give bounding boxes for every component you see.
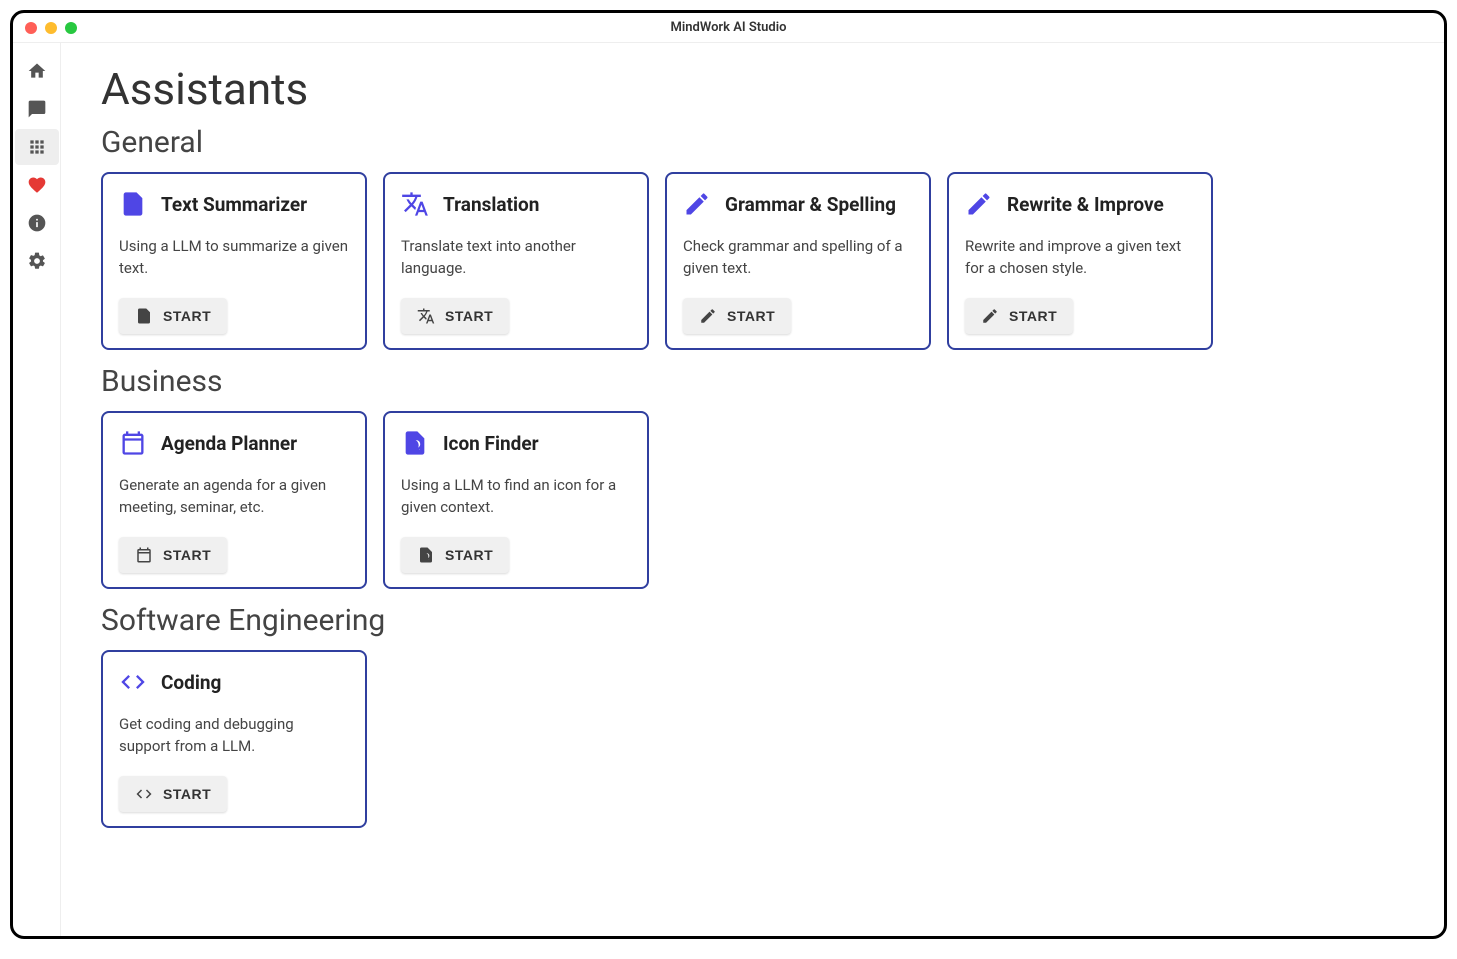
maximize-window[interactable] — [65, 22, 77, 34]
card-title: Rewrite & Improve — [1007, 193, 1164, 216]
calendar-icon — [119, 429, 147, 457]
card-header: Icon Finder — [401, 429, 631, 457]
card-title: Agenda Planner — [161, 432, 297, 455]
start-label: START — [727, 308, 775, 324]
start-button[interactable]: START — [683, 298, 791, 334]
start-label: START — [445, 308, 493, 324]
app-title: MindWork AI Studio — [13, 20, 1444, 35]
gear-icon — [27, 251, 47, 271]
section-title: Business — [101, 364, 1404, 399]
card-grid: Text Summarizer Using a LLM to summarize … — [101, 172, 1404, 350]
nav-chat[interactable] — [15, 91, 59, 127]
start-button[interactable]: START — [119, 298, 227, 334]
start-button[interactable]: START — [965, 298, 1073, 334]
card-title: Coding — [161, 671, 221, 694]
assistant-card: Coding Get coding and debugging support f… — [101, 650, 367, 828]
card-grid: Agenda Planner Generate an agenda for a g… — [101, 411, 1404, 589]
pencil-icon — [981, 307, 999, 325]
assistant-card: Rewrite & Improve Rewrite and improve a g… — [947, 172, 1213, 350]
start-label: START — [1009, 308, 1057, 324]
card-header: Coding — [119, 668, 349, 696]
nav-settings[interactable] — [15, 243, 59, 279]
pencil-icon — [699, 307, 717, 325]
start-button[interactable]: START — [119, 776, 227, 812]
start-button[interactable]: START — [119, 537, 227, 573]
nav-info[interactable] — [15, 205, 59, 241]
doc-icon — [119, 190, 147, 218]
doc-icon — [135, 307, 153, 325]
calendar-icon — [135, 546, 153, 564]
code-icon — [119, 668, 147, 696]
assistant-card: Translation Translate text into another l… — [383, 172, 649, 350]
find-icon — [417, 546, 435, 564]
pencil-icon — [683, 190, 711, 218]
assistant-card: Icon Finder Using a LLM to find an icon f… — [383, 411, 649, 589]
pencil-icon — [965, 190, 993, 218]
page-title: Assistants — [101, 63, 1404, 115]
assistant-card: Grammar & Spelling Check grammar and spel… — [665, 172, 931, 350]
app-window: MindWork AI Studio Assistants — [10, 10, 1447, 939]
find-icon — [401, 429, 429, 457]
card-description: Generate an agenda for a given meeting, … — [119, 475, 349, 519]
nav-favorites[interactable] — [15, 167, 59, 203]
card-title: Icon Finder — [443, 432, 539, 455]
card-title: Grammar & Spelling — [725, 193, 896, 216]
sidebar — [13, 43, 61, 936]
nav-assistants[interactable] — [15, 129, 59, 165]
info-icon — [27, 213, 47, 233]
assistant-card: Text Summarizer Using a LLM to summarize … — [101, 172, 367, 350]
card-header: Text Summarizer — [119, 190, 349, 218]
minimize-window[interactable] — [45, 22, 57, 34]
start-button[interactable]: START — [401, 298, 509, 334]
start-label: START — [163, 547, 211, 563]
start-label: START — [163, 786, 211, 802]
card-header: Translation — [401, 190, 631, 218]
chat-icon — [27, 99, 47, 119]
start-label: START — [445, 547, 493, 563]
card-description: Check grammar and spelling of a given te… — [683, 236, 913, 280]
titlebar: MindWork AI Studio — [13, 13, 1444, 43]
home-icon — [27, 61, 47, 81]
window-controls — [25, 22, 77, 34]
translate-icon — [417, 307, 435, 325]
apps-icon — [27, 137, 47, 157]
section-title: Software Engineering — [101, 603, 1404, 638]
main-content: Assistants General Text Summarizer Using a… — [61, 43, 1444, 936]
card-header: Grammar & Spelling — [683, 190, 913, 218]
code-icon — [135, 785, 153, 803]
card-header: Agenda Planner — [119, 429, 349, 457]
card-description: Get coding and debugging support from a … — [119, 714, 349, 758]
card-title: Text Summarizer — [161, 193, 307, 216]
card-grid: Coding Get coding and debugging support f… — [101, 650, 1404, 828]
card-description: Translate text into another language. — [401, 236, 631, 280]
translate-icon — [401, 190, 429, 218]
start-button[interactable]: START — [401, 537, 509, 573]
card-header: Rewrite & Improve — [965, 190, 1195, 218]
card-description: Using a LLM to find an icon for a given … — [401, 475, 631, 519]
card-description: Rewrite and improve a given text for a c… — [965, 236, 1195, 280]
card-title: Translation — [443, 193, 539, 216]
assistant-card: Agenda Planner Generate an agenda for a g… — [101, 411, 367, 589]
nav-home[interactable] — [15, 53, 59, 89]
section-title: General — [101, 125, 1404, 160]
start-label: START — [163, 308, 211, 324]
heart-icon — [27, 175, 47, 195]
card-description: Using a LLM to summarize a given text. — [119, 236, 349, 280]
close-window[interactable] — [25, 22, 37, 34]
